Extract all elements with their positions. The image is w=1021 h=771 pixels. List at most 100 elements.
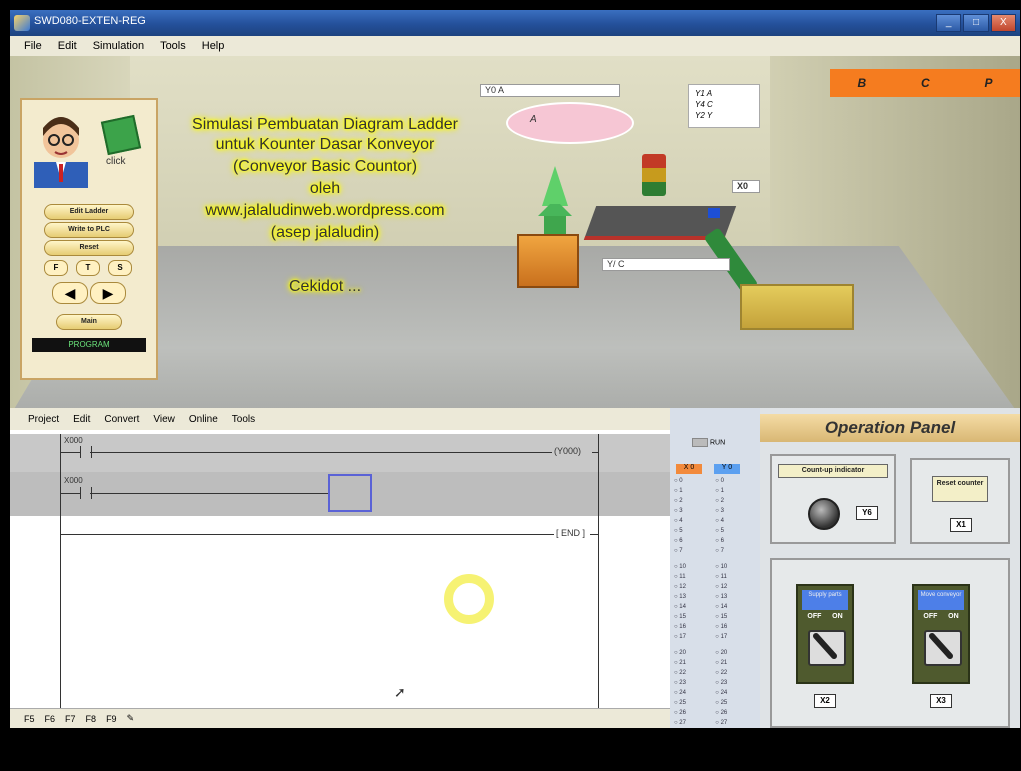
left-rail bbox=[60, 434, 61, 728]
supply-parts-switch[interactable]: Supply parts OFF ON bbox=[796, 584, 854, 684]
menu-file[interactable]: File bbox=[24, 40, 42, 52]
x-io-label: 3 bbox=[679, 508, 683, 514]
ladder-menu-edit[interactable]: Edit bbox=[73, 414, 90, 425]
io-row: ○ 14 ○ 14 bbox=[674, 604, 728, 610]
window-controls: _ □ X bbox=[936, 14, 1016, 32]
x-header: X 0 bbox=[676, 464, 702, 474]
x-io-label: 22 bbox=[679, 670, 686, 676]
y-io-label: 17 bbox=[720, 634, 728, 640]
tool-f9[interactable]: F9 bbox=[106, 714, 117, 724]
reset-counter-button[interactable]: Reset counter bbox=[932, 476, 988, 502]
io-row: ○ 20 ○ 20 bbox=[674, 650, 728, 656]
book-icon[interactable] bbox=[100, 114, 142, 156]
blue-sensor bbox=[708, 208, 720, 218]
tool-f5[interactable]: F5 bbox=[24, 714, 35, 724]
y0-label: Y0 A bbox=[480, 84, 620, 97]
x-io-label: 13 bbox=[679, 594, 686, 600]
tool-f6[interactable]: F6 bbox=[45, 714, 56, 724]
menu-help[interactable]: Help bbox=[202, 40, 225, 52]
click-highlight bbox=[444, 574, 494, 624]
switch2-off: OFF bbox=[923, 613, 938, 620]
selector-knob-icon[interactable] bbox=[808, 630, 846, 666]
menu-tools[interactable]: Tools bbox=[160, 40, 186, 52]
y-io-label: 27 bbox=[720, 720, 728, 726]
ladder-editor: Project Edit Convert View Online Tools X… bbox=[10, 408, 670, 728]
x-io-label: 27 bbox=[679, 720, 686, 726]
maximize-button[interactable]: □ bbox=[963, 14, 989, 32]
y-io-label: 4 bbox=[720, 518, 724, 524]
io-row: ○ 7 ○ 7 bbox=[674, 548, 724, 554]
io-row: ○ 12 ○ 12 bbox=[674, 584, 728, 590]
end-instruction[interactable]: [ END ] bbox=[556, 528, 585, 538]
supply-parts-label: Supply parts bbox=[802, 590, 848, 610]
main-button[interactable]: Main bbox=[56, 314, 122, 330]
f-button[interactable]: F bbox=[44, 260, 68, 276]
y-io-label: 2 bbox=[720, 498, 724, 504]
y-io-label: 6 bbox=[720, 538, 724, 544]
edit-ladder-button[interactable]: Edit Ladder bbox=[44, 204, 134, 220]
io-row: ○ 15 ○ 15 bbox=[674, 614, 728, 620]
pink-ellipse bbox=[506, 102, 634, 144]
menu-bar: File Edit Simulation Tools Help bbox=[10, 36, 1020, 56]
tool-f8[interactable]: F8 bbox=[86, 714, 97, 724]
x-io-label: 1 bbox=[679, 488, 683, 494]
menu-edit[interactable]: Edit bbox=[58, 40, 77, 52]
io-row: ○ 23 ○ 23 bbox=[674, 680, 728, 686]
arrow-right-button[interactable]: ▶ bbox=[90, 282, 126, 304]
menu-simulation[interactable]: Simulation bbox=[93, 40, 144, 52]
io-row: ○ 25 ○ 25 bbox=[674, 700, 728, 706]
io-row: ○ 2 ○ 2 bbox=[674, 498, 724, 504]
ladder-menu-tools[interactable]: Tools bbox=[232, 414, 255, 425]
ladder-menu-view[interactable]: View bbox=[153, 414, 175, 425]
run-led bbox=[692, 438, 708, 447]
indicator-b: B bbox=[857, 76, 867, 90]
ladder-menu-online[interactable]: Online bbox=[189, 414, 218, 425]
switch-box: Supply parts OFF ON X2 Move conveyor OFF O… bbox=[770, 558, 1010, 728]
run-indicator: RUN bbox=[692, 438, 752, 448]
run-label: RUN bbox=[709, 439, 726, 447]
cursor-box[interactable] bbox=[328, 474, 372, 512]
count-indicator-box: Count-up indicator Y6 bbox=[770, 454, 896, 544]
ladder-menu-convert[interactable]: Convert bbox=[104, 414, 139, 425]
s-button[interactable]: S bbox=[108, 260, 132, 276]
rung1-coil[interactable]: (Y000) bbox=[554, 446, 581, 456]
t-button[interactable]: T bbox=[76, 260, 100, 276]
x-io-label: 4 bbox=[679, 518, 683, 524]
io-row: ○ 27 ○ 27 bbox=[674, 720, 728, 726]
x-io-label: 15 bbox=[679, 614, 686, 620]
y-io-label: 22 bbox=[720, 670, 728, 676]
selector-knob-icon[interactable] bbox=[924, 630, 962, 666]
ladder-menu-project[interactable]: Project bbox=[28, 414, 59, 425]
caption-line-3: (Conveyor Basic Countor) bbox=[232, 158, 418, 175]
y-header: Y 0 bbox=[714, 464, 740, 474]
move-conveyor-switch[interactable]: Move conveyor OFF ON bbox=[912, 584, 970, 684]
collection-tray bbox=[740, 284, 854, 330]
click-label: click bbox=[106, 156, 126, 167]
ladder-menu: Project Edit Convert View Online Tools bbox=[10, 408, 670, 430]
x-io-label: 25 bbox=[679, 700, 686, 706]
x-io-label: 21 bbox=[679, 660, 686, 666]
pencil-icon[interactable]: ✎ bbox=[127, 713, 135, 724]
tool-f7[interactable]: F7 bbox=[65, 714, 76, 724]
io-row: ○ 17 ○ 17 bbox=[674, 634, 728, 640]
write-to-plc-button[interactable]: Write to PLC bbox=[44, 222, 134, 238]
x0-label: X0 bbox=[732, 180, 760, 193]
minimize-button[interactable]: _ bbox=[936, 14, 962, 32]
control-panel: click Edit Ladder Write to PLC Reset F T… bbox=[20, 98, 158, 380]
io-row: ○ 10 ○ 10 bbox=[674, 564, 728, 570]
y-io-label: 16 bbox=[720, 624, 728, 630]
x-io-label: 11 bbox=[679, 574, 686, 580]
status-display: PROGRAM bbox=[32, 338, 146, 352]
arrow-left-button[interactable]: ◀ bbox=[52, 282, 88, 304]
rung1-coil-label: Y000 bbox=[557, 446, 579, 456]
reset-button[interactable]: Reset bbox=[44, 240, 134, 256]
close-button[interactable]: X bbox=[990, 14, 1016, 32]
x-io-label: 6 bbox=[679, 538, 683, 544]
io-row: ○ 6 ○ 6 bbox=[674, 538, 724, 544]
right-rail bbox=[598, 434, 599, 728]
end-label: END bbox=[561, 528, 581, 538]
reset-counter-box: Reset counter X1 bbox=[910, 458, 1010, 544]
rung2-contact-label: X000 bbox=[64, 476, 83, 485]
x3-tag: X3 bbox=[930, 694, 952, 708]
y-io-label: 25 bbox=[720, 700, 728, 706]
